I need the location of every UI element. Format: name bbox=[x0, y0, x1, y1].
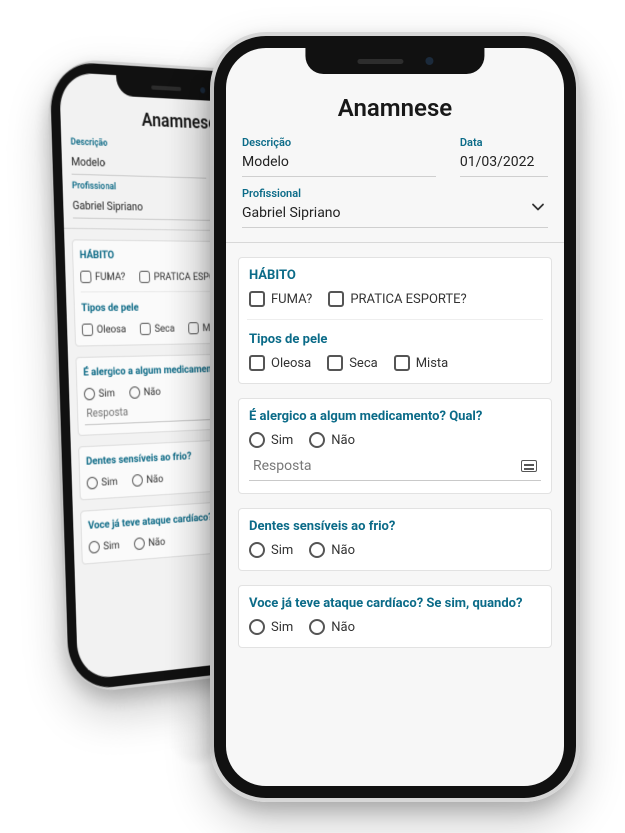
descricao-value: Modelo bbox=[242, 154, 289, 170]
check-esporte[interactable]: PRATICA ESPORTE? bbox=[328, 291, 466, 307]
habito-title: HÁBITO bbox=[249, 268, 541, 283]
cardiaco-title: Voce já teve ataque cardíaco? Se sim, qu… bbox=[249, 596, 541, 611]
radio-sim[interactable]: Sim bbox=[249, 619, 293, 635]
profissional-label: Profissional bbox=[242, 187, 548, 200]
radio-nao[interactable]: Não bbox=[132, 472, 164, 487]
radio-nao[interactable]: Não bbox=[309, 542, 355, 558]
profissional-field[interactable]: Profissional Gabriel Sipriano bbox=[242, 185, 548, 228]
radio-nao[interactable]: Não bbox=[134, 535, 166, 551]
check-fuma[interactable]: FUMA? bbox=[80, 270, 125, 284]
profissional-value: Gabriel Sipriano bbox=[72, 199, 143, 214]
card-cardiaco: Voce já teve ataque cardíaco? Se sim, qu… bbox=[238, 585, 552, 648]
pele-title: Tipos de pele bbox=[249, 332, 541, 347]
descricao-field[interactable]: Descrição Modelo bbox=[242, 134, 436, 177]
screen-front: Anamnese Descrição Modelo Data 01/03/202… bbox=[226, 48, 564, 786]
radio-sim[interactable]: Sim bbox=[249, 542, 293, 558]
check-mista[interactable]: Mista bbox=[394, 355, 449, 371]
page-title: Anamnese bbox=[226, 94, 564, 122]
descricao-label: Descrição bbox=[242, 136, 436, 149]
data-value: 01/03/2022 bbox=[460, 154, 535, 170]
check-oleosa[interactable]: Oleosa bbox=[249, 355, 311, 371]
card-habito: HÁBITO FUMA? PRATICA ESPORTE? Tipos de p… bbox=[238, 257, 552, 384]
data-field[interactable]: Data 01/03/2022 bbox=[460, 134, 548, 177]
radio-sim[interactable]: Sim bbox=[84, 386, 115, 400]
radio-nao[interactable]: Não bbox=[129, 385, 161, 399]
check-oleosa[interactable]: Oleosa bbox=[82, 322, 127, 336]
descricao-value: Modelo bbox=[71, 155, 105, 170]
check-seca[interactable]: Seca bbox=[327, 355, 378, 371]
radio-sim[interactable]: Sim bbox=[88, 538, 119, 554]
card-alergico: É alergico a algum medicamento? Qual? Si… bbox=[238, 398, 552, 494]
check-fuma[interactable]: FUMA? bbox=[249, 291, 312, 307]
chevron-down-icon bbox=[530, 199, 546, 219]
radio-sim[interactable]: Sim bbox=[249, 432, 293, 448]
card-frio: Dentes sensíveis ao frio? Sim Não bbox=[238, 508, 552, 571]
data-label: Data bbox=[460, 136, 548, 149]
phone-mockup-front: Anamnese Descrição Modelo Data 01/03/202… bbox=[210, 32, 580, 802]
alergico-title: É alergico a algum medicamento? Qual? bbox=[249, 409, 541, 424]
form-icon bbox=[521, 460, 537, 472]
frio-title: Dentes sensíveis ao frio? bbox=[249, 519, 541, 534]
radio-nao[interactable]: Não bbox=[309, 619, 355, 635]
profissional-value: Gabriel Sipriano bbox=[242, 205, 341, 221]
radio-nao[interactable]: Não bbox=[309, 432, 355, 448]
resposta-input[interactable]: Resposta bbox=[249, 458, 541, 481]
radio-sim[interactable]: Sim bbox=[87, 474, 118, 489]
